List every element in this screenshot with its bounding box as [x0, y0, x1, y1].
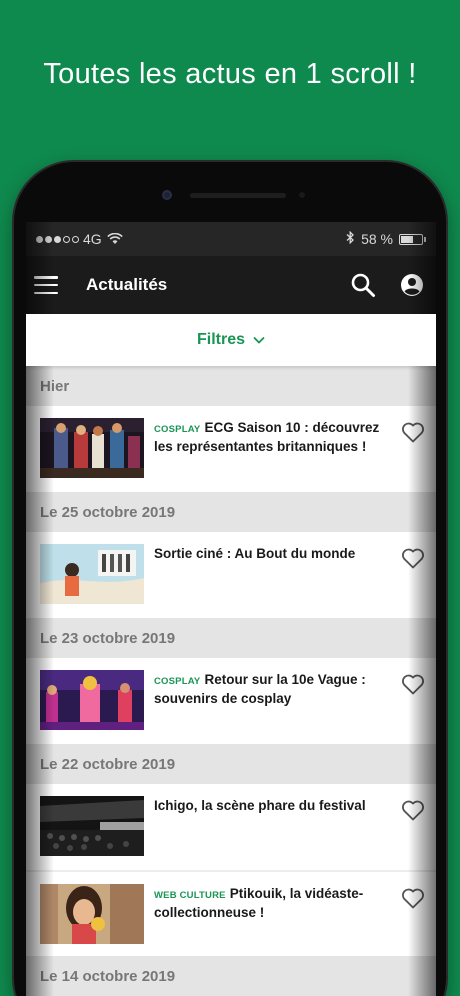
app-toolbar: Actualités	[26, 256, 436, 314]
heart-icon[interactable]	[400, 886, 426, 910]
filters-label: Filtres	[196, 331, 245, 348]
article-title: Ichigo, la scène phare du festival	[154, 798, 366, 813]
earpiece-speaker	[190, 193, 286, 198]
article-item[interactable]: Ichigo, la scène phare du festival	[26, 784, 436, 870]
bluetooth-icon	[346, 230, 355, 247]
phone-screen: 4G 58 % Actualités Filtres Hier COSPLAY …	[26, 222, 436, 996]
front-camera	[162, 190, 172, 200]
page-title: Actualités	[86, 275, 168, 294]
article-item[interactable]: WEB CULTURE Ptikouik, la vidéaste-collect…	[26, 870, 436, 956]
battery-percent: 58 %	[361, 231, 393, 247]
heart-icon[interactable]	[400, 672, 426, 696]
heart-icon[interactable]	[400, 420, 426, 444]
article-item[interactable]: COSPLAY ECG Saison 10 : découvrez les rep…	[26, 406, 436, 492]
date-header: Le 23 octobre 2019	[26, 618, 436, 658]
article-thumbnail	[40, 670, 144, 730]
article-item[interactable]: COSPLAY Retour sur la 10e Vague : souveni…	[26, 658, 436, 744]
article-thumbnail	[40, 418, 144, 478]
article-thumbnail	[40, 544, 144, 604]
article-category: COSPLAY	[154, 676, 201, 687]
heart-icon[interactable]	[400, 546, 426, 570]
phone-frame: 4G 58 % Actualités Filtres Hier COSPLAY …	[12, 160, 448, 996]
network-type: 4G	[83, 231, 102, 247]
battery-icon	[399, 233, 426, 245]
article-title: COSPLAY ECG Saison 10 : découvrez les rep…	[154, 420, 380, 454]
promo-headline: Toutes les actus en 1 scroll !	[43, 58, 417, 90]
article-thumbnail	[40, 884, 144, 944]
date-header: Le 14 octobre 2019	[26, 956, 436, 996]
article-item[interactable]: Sortie ciné : Au Bout du monde	[26, 532, 436, 618]
news-feed: Hier COSPLAY ECG Saison 10: découvrez l…	[26, 366, 436, 996]
article-category: WEB CULTURE	[154, 890, 226, 901]
date-header: Le 22 octobre 2019	[26, 744, 436, 784]
article-title: COSPLAY Retour sur la 10e Vague : souveni…	[154, 672, 366, 706]
account-icon[interactable]	[400, 273, 424, 297]
article-title: WEB CULTURE Ptikouik, la vidéaste-collect…	[154, 886, 364, 920]
article-thumbnail	[40, 796, 144, 856]
heart-icon[interactable]	[400, 798, 426, 822]
date-header: Hier	[26, 366, 436, 406]
date-header: Le 25 octobre 2019	[26, 492, 436, 532]
filters-button[interactable]: Filtres	[26, 314, 436, 366]
chevron-down-icon	[253, 336, 265, 344]
wifi-icon	[106, 233, 123, 244]
article-category: COSPLAY	[154, 424, 201, 435]
search-icon[interactable]	[350, 272, 376, 298]
proximity-sensor	[299, 192, 305, 198]
article-title: Sortie ciné : Au Bout du monde	[154, 546, 356, 561]
status-bar: 4G 58 %	[26, 222, 436, 256]
signal-strength-icon	[36, 235, 79, 243]
menu-icon[interactable]	[34, 276, 58, 294]
